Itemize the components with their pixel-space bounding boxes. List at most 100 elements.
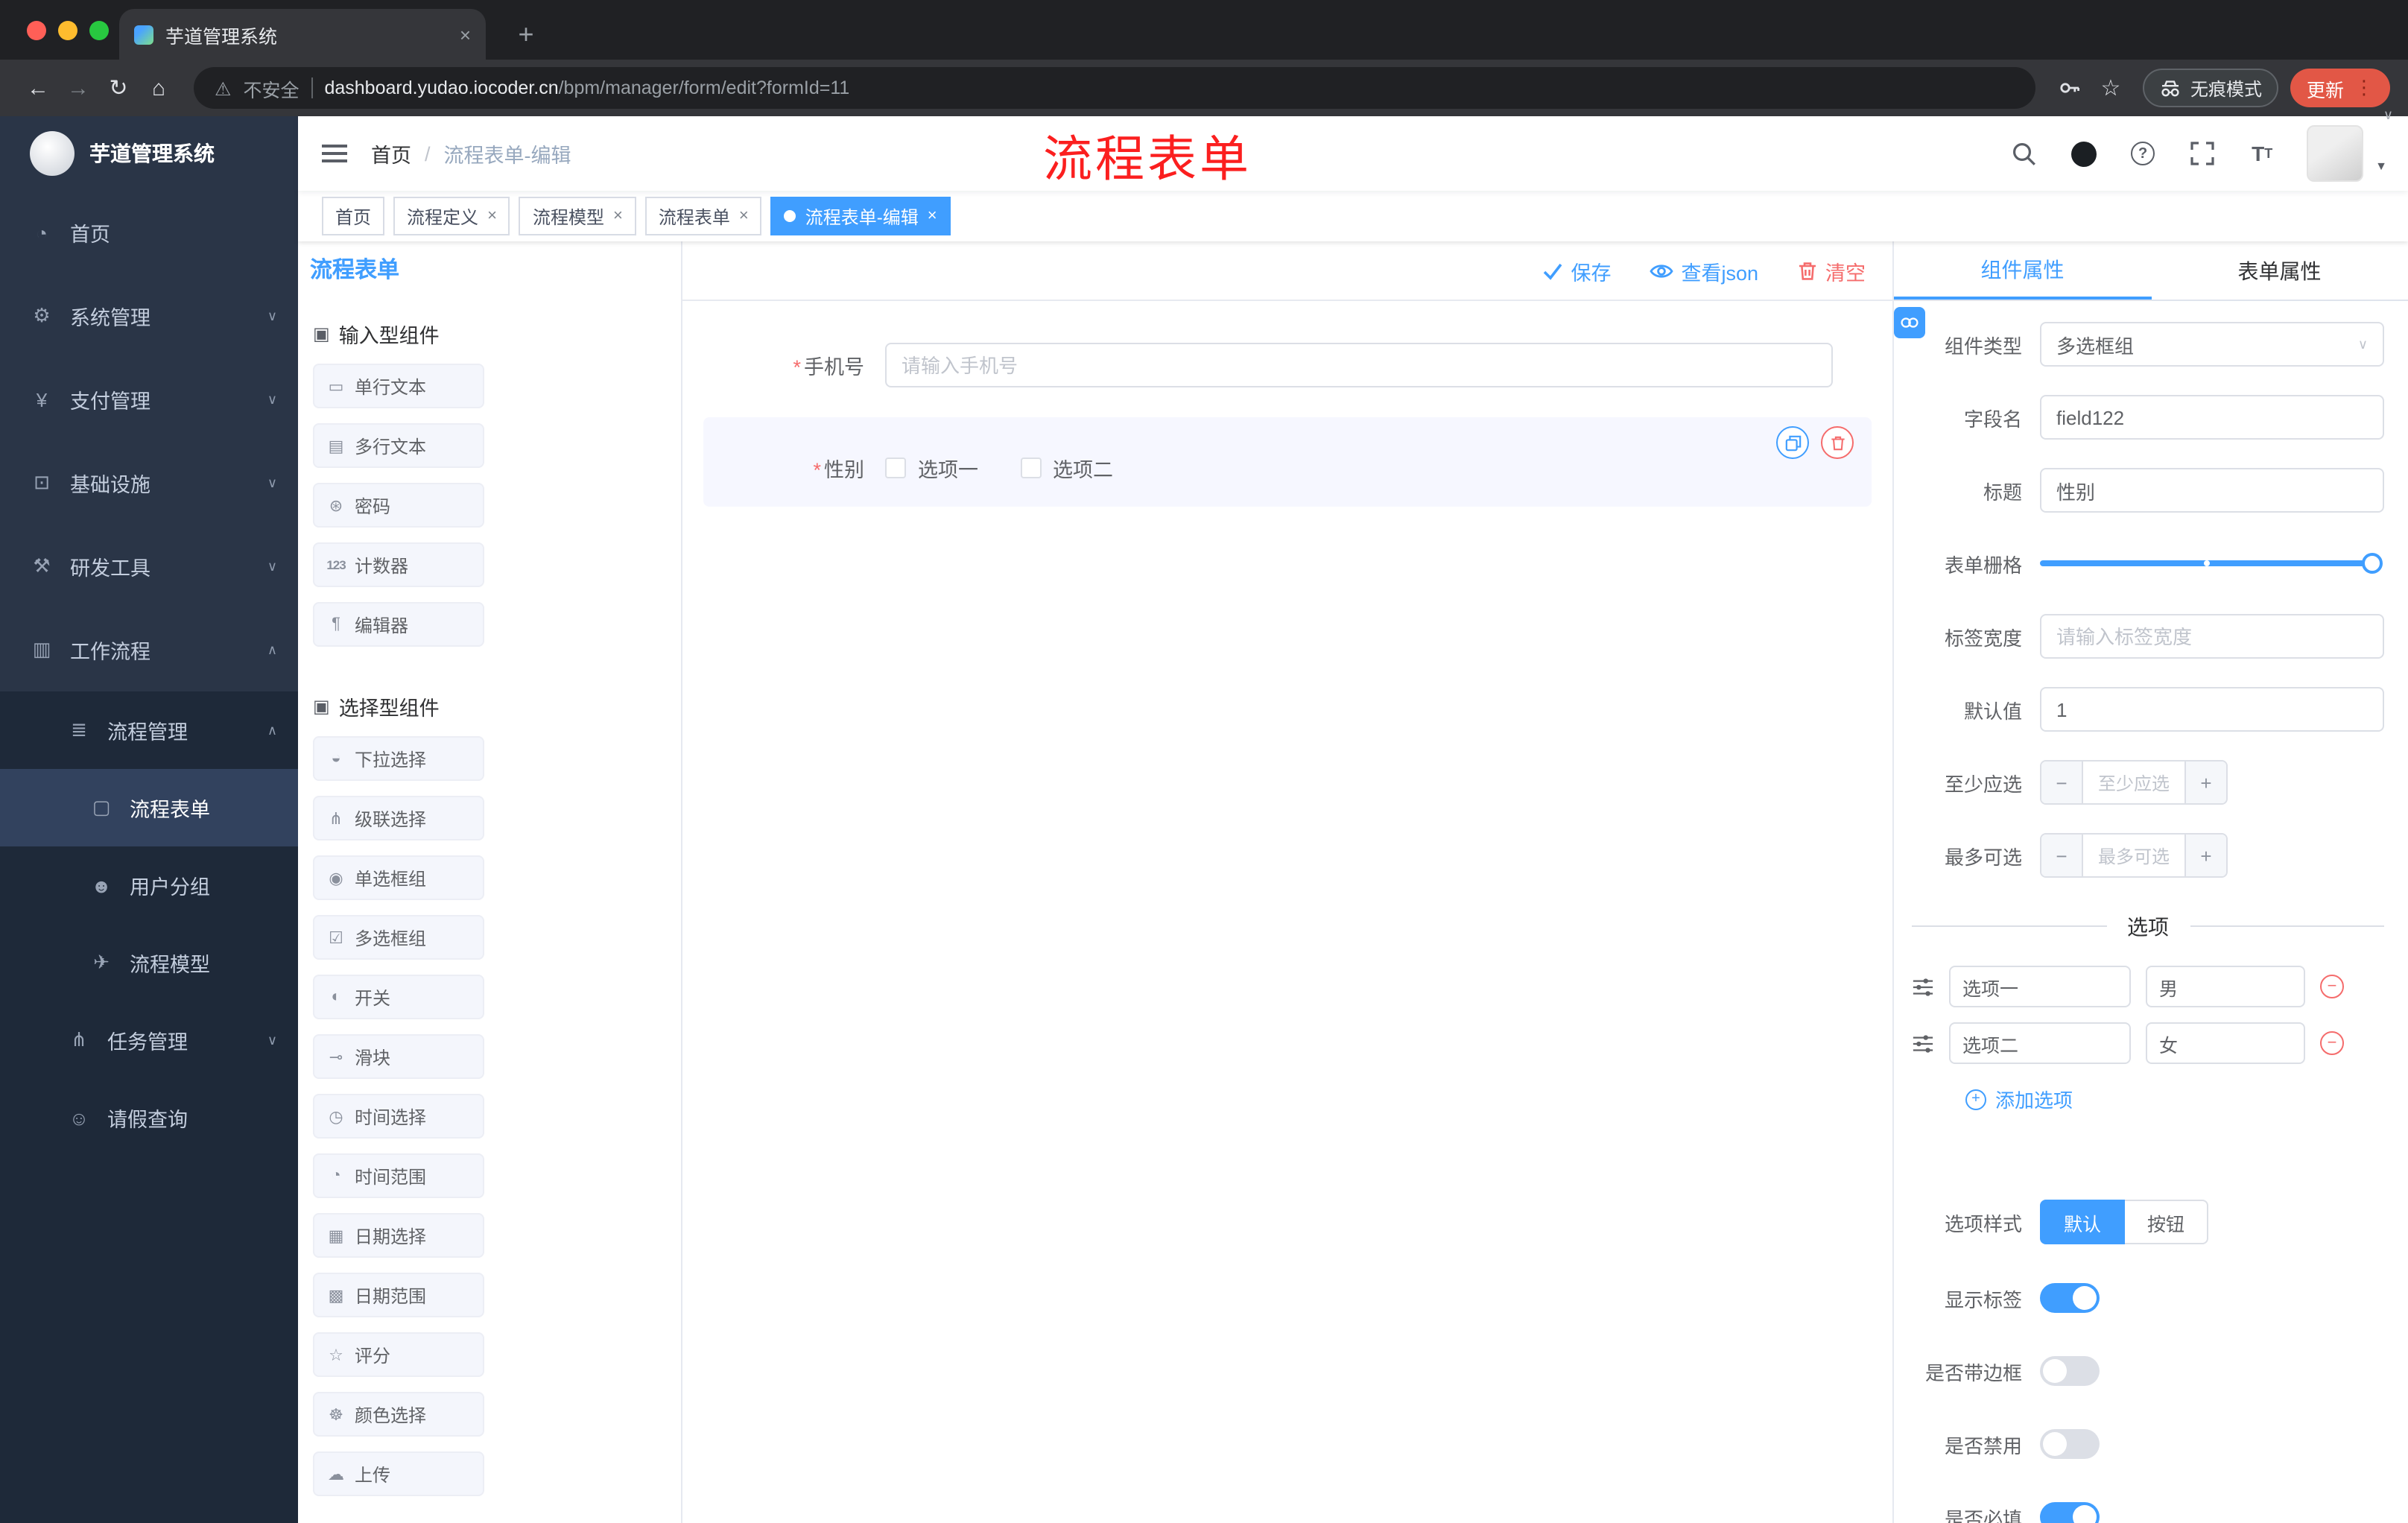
sidebar-item-user-group[interactable]: ☻ 用户分组: [0, 846, 298, 924]
required-switch[interactable]: [2040, 1502, 2100, 1523]
close-window-button[interactable]: [27, 21, 46, 40]
disabled-switch[interactable]: [2040, 1429, 2100, 1459]
save-button[interactable]: 保存: [1542, 256, 1611, 285]
tab-form-props[interactable]: 表单属性: [2151, 241, 2408, 300]
palette-item-editor[interactable]: ¶ 编辑器: [313, 602, 484, 647]
increase-button[interactable]: +: [2184, 835, 2226, 876]
home-button[interactable]: ⌂: [139, 68, 179, 108]
option2-name-input[interactable]: [1949, 1022, 2131, 1064]
close-icon[interactable]: ×: [739, 207, 749, 225]
new-tab-button[interactable]: +: [507, 15, 545, 54]
widget-gender-selected[interactable]: * 性别 选项一 选项二: [703, 417, 1872, 507]
breadcrumb-home[interactable]: 首页: [371, 139, 411, 168]
gender-option2-checkbox[interactable]: 选项二: [1020, 453, 1113, 483]
palette-item-rate[interactable]: ☆ 评分: [313, 1332, 484, 1377]
tab-close-icon[interactable]: ×: [460, 23, 471, 45]
sidebar-item-process-form[interactable]: ▢ 流程表单: [0, 769, 298, 846]
remove-option-button[interactable]: −: [2320, 1031, 2344, 1055]
sidebar-item-infrastructure[interactable]: ⊡ 基础设施 ∨: [0, 441, 298, 525]
decrease-button[interactable]: −: [2041, 762, 2083, 803]
gender-option1-checkbox[interactable]: 选项一: [885, 453, 978, 483]
min-select-value[interactable]: 至少应选: [2083, 762, 2184, 803]
component-type-select[interactable]: 多选框组 ∨: [2040, 322, 2384, 367]
decrease-button[interactable]: −: [2041, 835, 2083, 876]
clear-button[interactable]: 清空: [1797, 256, 1866, 285]
add-option-button[interactable]: + 添加选项: [1965, 1085, 2384, 1113]
phone-input[interactable]: [885, 343, 1833, 387]
github-icon[interactable]: [2068, 139, 2098, 168]
show-label-switch[interactable]: [2040, 1283, 2100, 1313]
sidebar-item-workflow[interactable]: ▥ 工作流程 ∧: [0, 608, 298, 691]
max-select-value[interactable]: 最多可选: [2083, 835, 2184, 876]
palette-item-color-picker[interactable]: ☸ 颜色选择: [313, 1392, 484, 1437]
browser-tab[interactable]: 芋道管理系统 ×: [119, 9, 486, 60]
palette-item-counter[interactable]: 123 计数器: [313, 542, 484, 587]
help-icon[interactable]: ?: [2128, 139, 2158, 168]
palette-item-upload[interactable]: ☁ 上传: [313, 1451, 484, 1496]
default-value-input[interactable]: [2040, 687, 2384, 732]
palette-item-time-range[interactable]: ◔ 时间范围: [313, 1153, 484, 1198]
option1-value-input[interactable]: [2146, 966, 2305, 1007]
copy-widget-button[interactable]: [1776, 426, 1809, 459]
hamburger-icon[interactable]: [322, 145, 347, 162]
label-width-input[interactable]: [2040, 614, 2384, 659]
drawing-board[interactable]: * 手机号 请输入手机号 * 性别 选项一 选项二: [682, 301, 1892, 1523]
sidebar-item-dev-tools[interactable]: ⚒ 研发工具 ∨: [0, 525, 298, 608]
palette-item-radio-group[interactable]: ◉ 单选框组: [313, 855, 484, 900]
option2-value-input[interactable]: [2146, 1022, 2305, 1064]
avatar[interactable]: [2307, 125, 2364, 182]
window-controls[interactable]: [27, 21, 109, 40]
close-icon[interactable]: ×: [487, 207, 497, 225]
slider-track[interactable]: [2040, 560, 2372, 566]
tab-component-props[interactable]: 组件属性: [1894, 241, 2151, 300]
update-button[interactable]: 更新 ⋮: [2290, 69, 2390, 107]
search-icon[interactable]: [2009, 139, 2038, 168]
title-input[interactable]: [2040, 468, 2384, 513]
forward-button[interactable]: →: [58, 68, 98, 108]
drag-handle-icon[interactable]: [1912, 1032, 1934, 1054]
back-button[interactable]: ←: [18, 68, 58, 108]
view-json-button[interactable]: 查看json: [1650, 256, 1758, 285]
sidebar-item-process-model[interactable]: ✈ 流程模型: [0, 924, 298, 1001]
minimize-window-button[interactable]: [58, 21, 77, 40]
address-bar[interactable]: ⚠ 不安全 dashboard.yudao.iocoder.cn/bpm/man…: [194, 67, 2035, 109]
style-button-button[interactable]: 按钮: [2125, 1200, 2209, 1244]
palette-item-switch[interactable]: ◐ 开关: [313, 975, 484, 1019]
option1-name-input[interactable]: [1949, 966, 2131, 1007]
close-icon[interactable]: ×: [928, 207, 937, 225]
chevron-down-icon[interactable]: ∨: [2383, 107, 2393, 124]
sidebar-item-system-management[interactable]: ⚙ 系统管理 ∨: [0, 274, 298, 358]
widget-phone[interactable]: * 手机号: [703, 328, 1872, 402]
palette-item-single-line-text[interactable]: ▭ 单行文本: [313, 364, 484, 408]
palette-item-select[interactable]: ◒ 下拉选择: [313, 736, 484, 781]
slider-handle[interactable]: [2362, 553, 2383, 574]
security-label[interactable]: 不安全: [243, 74, 299, 102]
style-default-button[interactable]: 默认: [2040, 1200, 2126, 1244]
avatar-caret-icon[interactable]: ▼: [2375, 159, 2387, 173]
border-switch[interactable]: [2040, 1356, 2100, 1386]
palette-item-time-picker[interactable]: ◷ 时间选择: [313, 1094, 484, 1139]
maximize-window-button[interactable]: [89, 21, 109, 40]
palette-item-date-range[interactable]: ▩ 日期范围: [313, 1273, 484, 1317]
sidebar-item-home[interactable]: ◔ 首页: [0, 191, 298, 274]
font-size-icon[interactable]: TT: [2247, 139, 2277, 168]
remove-option-button[interactable]: −: [2320, 975, 2344, 998]
browser-menu-icon[interactable]: ⋮: [2354, 76, 2374, 100]
increase-button[interactable]: +: [2184, 762, 2226, 803]
tag-process-form-edit[interactable]: 流程表单-编辑 ×: [770, 197, 951, 235]
reload-button[interactable]: ↻: [98, 68, 139, 108]
tag-process-definition[interactable]: 流程定义 ×: [393, 197, 510, 235]
tag-process-model[interactable]: 流程模型 ×: [519, 197, 636, 235]
tag-process-form[interactable]: 流程表单 ×: [644, 197, 762, 235]
sidebar-item-task-management[interactable]: ⋔ 任务管理 ∨: [0, 1001, 298, 1079]
palette-item-cascader[interactable]: ⋔ 级联选择: [313, 796, 484, 840]
sidebar-item-process-management[interactable]: ≣ 流程管理 ∧: [0, 691, 298, 769]
bookmark-star-icon[interactable]: ☆: [2091, 68, 2131, 108]
link-icon[interactable]: [1894, 307, 1925, 338]
field-name-input[interactable]: [2040, 395, 2384, 440]
grid-slider[interactable]: [2040, 541, 2383, 586]
fullscreen-icon[interactable]: [2187, 139, 2217, 168]
palette-item-multi-line-text[interactable]: ▤ 多行文本: [313, 423, 484, 468]
palette-item-checkbox-group[interactable]: ☑ 多选框组: [313, 915, 484, 960]
palette-item-password[interactable]: ⊛ 密码: [313, 483, 484, 528]
